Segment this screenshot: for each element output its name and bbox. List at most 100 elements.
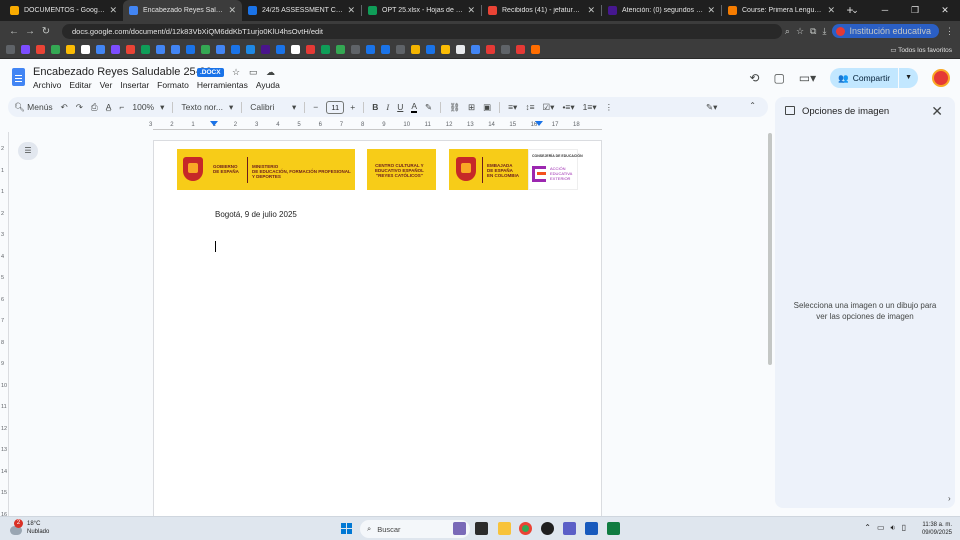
bookmark-icon[interactable]: [201, 45, 210, 54]
more-options-icon[interactable]: ⋮: [605, 102, 614, 113]
bookmark-icon[interactable]: [531, 45, 540, 54]
version-history-icon[interactable]: ⟲: [749, 71, 759, 85]
chrome-icon[interactable]: [519, 522, 532, 535]
minimize-icon[interactable]: ─: [870, 0, 900, 21]
browser-tab[interactable]: Atención: (0) segundos para Kahoot✕: [602, 0, 721, 21]
browser-tab[interactable]: Course: Primera Lengua Extranjera ✕: [722, 0, 841, 21]
tab-close-icon[interactable]: ✕: [228, 5, 236, 16]
menu-item-formato[interactable]: Formato: [157, 80, 193, 90]
accion-educativa-logo[interactable]: CONSEJERÍA DE EDUCACIÓN ACCIÓN EDUCATIVA…: [528, 149, 583, 190]
browser-tab[interactable]: DOCUMENTOS - Google Drive ✕: [4, 0, 123, 21]
browser-tab[interactable]: Recibidos (41) - jefaturaestudios✕: [482, 0, 601, 21]
bookmark-icon[interactable]: [126, 45, 135, 54]
decrease-font-icon[interactable]: −: [313, 102, 318, 112]
bookmark-icon[interactable]: [186, 45, 195, 54]
bookmark-icon[interactable]: [381, 45, 390, 54]
excel-icon[interactable]: [607, 522, 620, 535]
bookmark-icon[interactable]: [351, 45, 360, 54]
bookmark-icon[interactable]: [306, 45, 315, 54]
menu-item-ver[interactable]: Ver: [100, 80, 117, 90]
bookmark-icon[interactable]: [36, 45, 45, 54]
increase-font-icon[interactable]: +: [350, 102, 355, 112]
bookmark-icon[interactable]: [246, 45, 255, 54]
bookmark-icon[interactable]: [51, 45, 60, 54]
line-spacing-icon[interactable]: ↕≡: [525, 102, 534, 112]
meet-icon[interactable]: ▭▾: [799, 71, 816, 85]
align-icon[interactable]: ≡▾: [508, 102, 517, 113]
reload-icon[interactable]: ↻: [38, 26, 54, 37]
menu-item-editar[interactable]: Editar: [69, 80, 95, 90]
teams-icon[interactable]: [563, 522, 576, 535]
bookmark-icon[interactable]: [156, 45, 165, 54]
close-panel-icon[interactable]: ✕: [931, 103, 943, 120]
clock[interactable]: 11:38 a. m. 09/09/2025: [922, 521, 952, 537]
forward-icon[interactable]: →: [22, 26, 38, 37]
document-title[interactable]: Encabezado Reyes Saludable 25-26: [33, 66, 212, 78]
centro-logo[interactable]: CENTRO CULTURAL Y EDUCATIVO ESPAÑOL "REY…: [367, 149, 436, 190]
italic-icon[interactable]: I: [386, 102, 389, 112]
bookmark-icon[interactable]: [216, 45, 225, 54]
bookmark-icon[interactable]: [426, 45, 435, 54]
document-scrollbar[interactable]: [767, 131, 773, 516]
outline-icon[interactable]: ☰: [18, 142, 38, 160]
right-indent-marker[interactable]: [535, 121, 543, 126]
all-bookmarks-link[interactable]: ▭ Todos los favoritos: [890, 46, 952, 54]
share-caret-icon[interactable]: ▼: [898, 68, 918, 88]
tray-expand-icon[interactable]: ⌃: [864, 523, 871, 533]
style-select[interactable]: Texto nor... ▾: [181, 102, 233, 113]
bookmark-icon[interactable]: [66, 45, 75, 54]
menus-search-button[interactable]: 🔍︎ Menús: [14, 102, 53, 113]
bookmark-icon[interactable]: [21, 45, 30, 54]
ministry-logo[interactable]: GOBIERNO DE ESPAÑA MINISTERIO DE EDUCACI…: [177, 149, 355, 190]
bookmark-star-icon[interactable]: ☆: [796, 26, 804, 37]
restore-icon[interactable]: ❐: [900, 0, 930, 21]
highlight-icon[interactable]: ✎: [425, 102, 432, 113]
zoom-select[interactable]: 100% ▾: [132, 102, 164, 113]
font-size-input[interactable]: 11: [326, 100, 345, 114]
account-avatar[interactable]: [932, 69, 950, 87]
browser-tab[interactable]: OPT 25.xlsx - Hojas de cálculo de Google…: [362, 0, 481, 21]
word-icon[interactable]: [585, 522, 598, 535]
close-window-icon[interactable]: ✕: [930, 0, 960, 21]
battery-icon[interactable]: ▯: [902, 523, 906, 533]
bookmark-icon[interactable]: [396, 45, 405, 54]
bullet-list-icon[interactable]: •≡▾: [562, 102, 574, 113]
font-select[interactable]: Calibri ▾: [250, 102, 296, 113]
bookmark-icon[interactable]: [291, 45, 300, 54]
document-date-text[interactable]: Bogotá, 9 de julio 2025: [215, 210, 297, 219]
editing-mode-icon[interactable]: ✎▾: [706, 102, 717, 113]
file-explorer-icon[interactable]: [498, 522, 511, 535]
checklist-icon[interactable]: ☑▾: [543, 102, 555, 113]
tab-close-icon[interactable]: ✕: [827, 5, 835, 16]
tab-close-icon[interactable]: ✕: [467, 5, 475, 16]
extensions-icon[interactable]: ⧉: [810, 26, 816, 37]
bookmark-icon[interactable]: [441, 45, 450, 54]
menu-item-insertar[interactable]: Insertar: [120, 80, 153, 90]
bookmark-icon[interactable]: [366, 45, 375, 54]
bookmark-icon[interactable]: [501, 45, 510, 54]
embajada-logo[interactable]: EMBAJADA DE ESPAÑA EN COLOMBIA: [449, 149, 528, 190]
app-icon[interactable]: [541, 522, 554, 535]
bookmark-icon[interactable]: [171, 45, 180, 54]
cloud-status-icon[interactable]: ☁: [266, 67, 275, 78]
url-input[interactable]: docs.google.com/document/d/12k83VbXiQM6d…: [62, 23, 782, 39]
bookmark-icon[interactable]: [276, 45, 285, 54]
copilot-icon[interactable]: [453, 522, 466, 535]
star-icon[interactable]: ☆: [232, 67, 240, 78]
download-icon[interactable]: ⤓: [822, 26, 826, 37]
bookmark-icon[interactable]: [486, 45, 495, 54]
bookmark-icon[interactable]: [6, 45, 15, 54]
menu-dots-icon[interactable]: ⋮: [945, 26, 954, 37]
tab-close-icon[interactable]: ✕: [347, 5, 355, 16]
move-folder-icon[interactable]: ▭: [249, 67, 258, 78]
underline-icon[interactable]: U: [397, 102, 403, 112]
docs-logo-icon[interactable]: [12, 68, 25, 86]
profile-chip[interactable]: Institución educativa: [832, 24, 939, 38]
tab-close-icon[interactable]: ✕: [707, 5, 715, 16]
tab-close-icon[interactable]: ✕: [587, 5, 595, 16]
network-icon[interactable]: ▭: [877, 523, 885, 533]
print-icon[interactable]: ⎙: [91, 102, 98, 113]
windows-start-icon[interactable]: [341, 523, 352, 534]
comments-icon[interactable]: ▢: [773, 71, 784, 85]
back-icon[interactable]: ←: [6, 26, 22, 37]
